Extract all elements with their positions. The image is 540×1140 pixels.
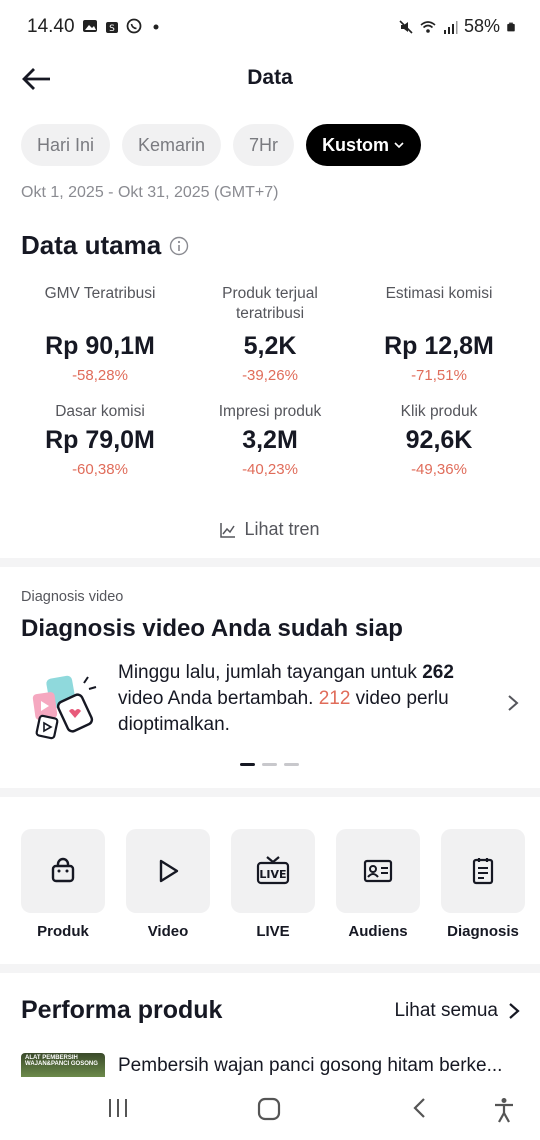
metric-label: Impresi produk xyxy=(218,403,322,420)
gallery-icon xyxy=(83,20,97,32)
chip-kemarin[interactable]: Kemarin xyxy=(122,124,222,166)
metric-value: Rp 90,1M xyxy=(45,332,155,360)
chevron-down-icon xyxy=(394,142,404,149)
section-divider xyxy=(0,788,540,797)
battery-icon xyxy=(507,22,515,31)
play-icon xyxy=(159,859,179,883)
dot-icon xyxy=(153,24,159,30)
back-icon[interactable] xyxy=(411,1097,427,1119)
metric-change: -40,23% xyxy=(242,461,298,478)
metric-change: -71,51% xyxy=(411,367,467,384)
diagnosis-card[interactable]: Minggu lalu, jumlah tayangan untuk 262 v… xyxy=(0,655,540,755)
diagnosis-message: Minggu lalu, jumlah tayangan untuk 262 v… xyxy=(118,662,454,735)
mute-icon xyxy=(399,19,413,34)
tool-audiens[interactable]: Audiens xyxy=(336,829,420,940)
diagnosis-title: Diagnosis video Anda sudah siap xyxy=(21,615,403,642)
date-filter-chips: Hari Ini Kemarin 7Hr Kustom xyxy=(21,124,422,166)
metric-product-clicks[interactable]: Klik produk 92,6K -49,36% xyxy=(354,402,524,478)
recent-apps-icon[interactable] xyxy=(107,1097,129,1119)
date-range-text: Okt 1, 2025 - Okt 31, 2025 (GMT+7) xyxy=(21,184,279,201)
metric-change: -49,36% xyxy=(411,461,467,478)
status-bar: 14.40 S 58% xyxy=(0,0,540,54)
chevron-right-icon xyxy=(509,1003,520,1019)
metric-value: 5,2K xyxy=(243,332,297,360)
home-icon[interactable] xyxy=(257,1097,281,1121)
carousel-dot[interactable] xyxy=(262,763,277,766)
tool-diagnosis[interactable]: Diagnosis xyxy=(441,829,525,940)
id-card-icon xyxy=(363,859,393,883)
metric-value: 92,6K xyxy=(405,426,473,454)
diagnosis-label: Diagnosis video xyxy=(21,589,124,605)
see-trend-link[interactable]: Lihat tren xyxy=(0,519,540,540)
see-all-link[interactable]: Lihat semua xyxy=(394,1000,520,1022)
metric-label: GMV Teratribusi xyxy=(44,285,156,302)
product-thumbnail[interactable]: ALAT PEMBERSIH WAJAN&PANCI GOSONG xyxy=(21,1053,105,1077)
svg-text:LIVE: LIVE xyxy=(259,868,286,881)
metric-product-impressions[interactable]: Impresi produk 3,2M -40,23% xyxy=(185,402,355,478)
live-tv-icon: LIVE xyxy=(256,856,290,885)
carousel-dot[interactable] xyxy=(240,763,255,766)
tool-live[interactable]: LIVE LIVE xyxy=(231,829,315,940)
product-performance-title: Performa produk xyxy=(21,996,223,1024)
metric-label: Produk terjual teratribusi xyxy=(222,285,318,322)
chevron-right-icon xyxy=(508,695,519,711)
metric-value: Rp 12,8M xyxy=(384,332,494,360)
tool-video[interactable]: Video xyxy=(126,829,210,940)
whatsapp-icon xyxy=(126,18,142,34)
tool-produk[interactable]: Produk xyxy=(21,829,105,940)
shop-icon: S xyxy=(106,22,118,34)
carousel-dot[interactable] xyxy=(284,763,299,766)
clipboard-icon xyxy=(472,858,494,885)
metric-change: -60,38% xyxy=(72,461,128,478)
metric-label: Estimasi komisi xyxy=(385,285,493,302)
accessibility-icon[interactable] xyxy=(492,1097,516,1123)
product-name[interactable]: Pembersih wajan panci gosong hitam berke… xyxy=(118,1055,502,1077)
section-divider xyxy=(0,964,540,973)
signal-icon xyxy=(443,20,458,34)
metric-commission-base[interactable]: Dasar komisi Rp 79,0M -60,38% xyxy=(15,402,185,478)
main-data-title: Data utama xyxy=(21,230,189,261)
metric-label: Klik produk xyxy=(400,403,478,420)
section-divider xyxy=(0,558,540,567)
info-icon[interactable] xyxy=(169,236,189,256)
shopping-bag-icon xyxy=(51,857,75,883)
chip-hari-ini[interactable]: Hari Ini xyxy=(21,124,111,166)
metric-label: Dasar komisi xyxy=(55,403,145,420)
svg-text:S: S xyxy=(109,24,115,34)
system-nav-bar xyxy=(0,1080,540,1140)
metric-change: -58,28% xyxy=(72,367,128,384)
metric-change: -39,26% xyxy=(242,367,298,384)
battery-percent: 58% xyxy=(463,16,500,36)
video-diagnosis-illustration xyxy=(32,675,97,740)
page-title: Data xyxy=(247,66,293,89)
metric-gmv[interactable]: GMV Teratribusi Rp 90,1M -58,28% xyxy=(15,284,185,384)
chip-7hr[interactable]: 7Hr xyxy=(233,124,295,166)
metric-value: 3,2M xyxy=(242,426,298,454)
metric-estimated-commission[interactable]: Estimasi komisi Rp 12,8M -71,51% xyxy=(354,284,524,384)
trend-chart-icon xyxy=(220,522,236,538)
carousel-dots xyxy=(240,763,299,766)
metric-value: Rp 79,0M xyxy=(45,426,155,454)
chip-kustom[interactable]: Kustom xyxy=(306,124,422,166)
metric-products-sold[interactable]: Produk terjual teratribusi 5,2K -39,26% xyxy=(185,284,355,384)
wifi-icon xyxy=(420,20,436,33)
status-time: 14.40 xyxy=(27,16,75,37)
